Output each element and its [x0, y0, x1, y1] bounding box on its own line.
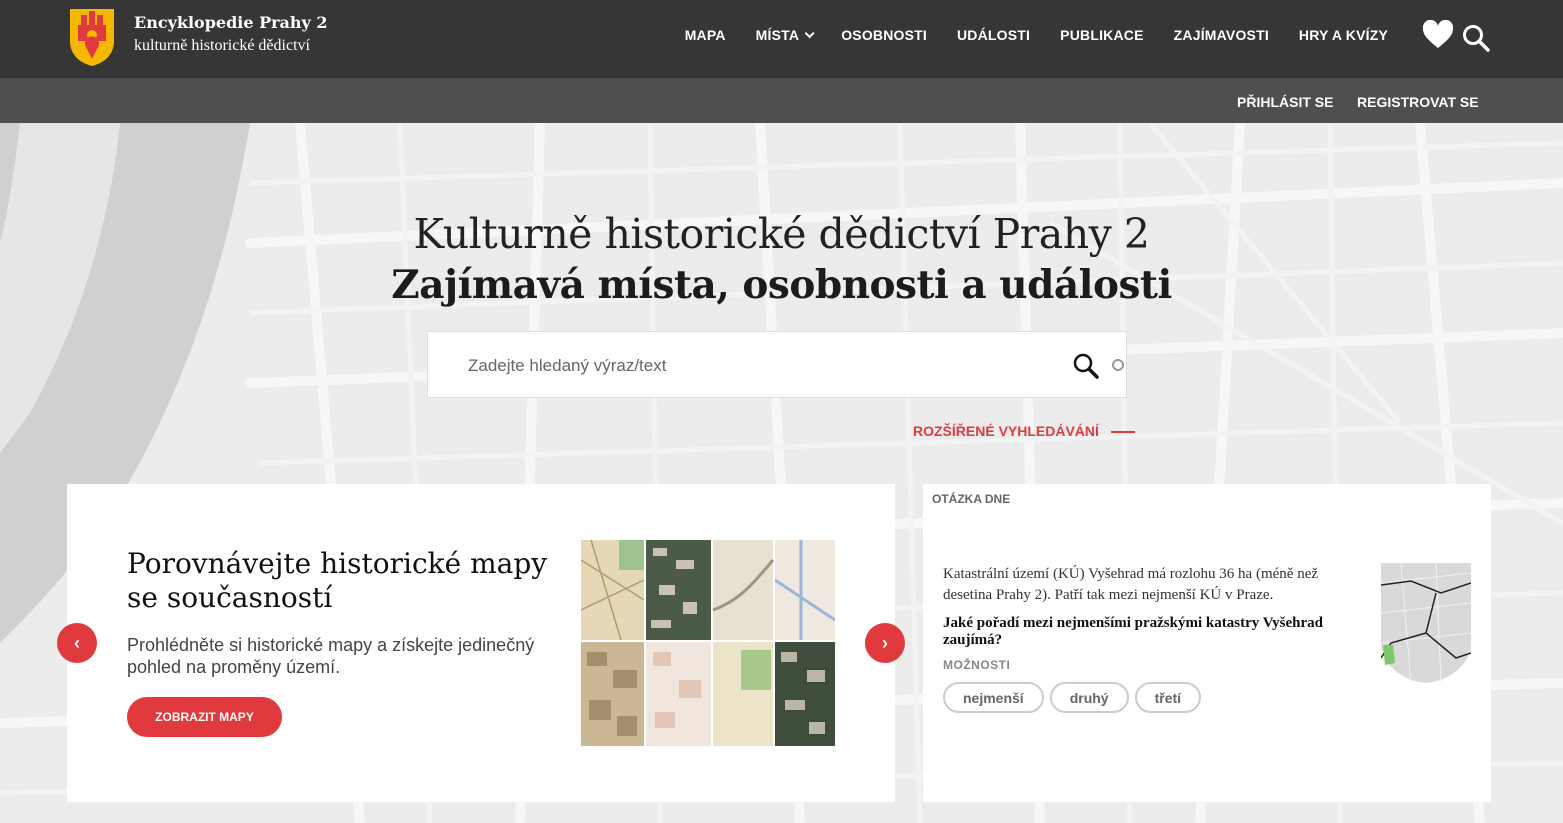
nav-hry-a-kvizy[interactable]: HRY A KVÍZY	[1284, 27, 1403, 43]
search-box	[427, 331, 1127, 398]
nav-osobnosti[interactable]: OSOBNOSTI	[826, 27, 942, 43]
advanced-search-link[interactable]: ROZŠÍŘENÉ VYHLEDÁVÁNÍ	[913, 423, 1135, 439]
spinner-icon	[1112, 359, 1124, 371]
answer-option[interactable]: druhý	[1049, 682, 1129, 713]
login-link[interactable]: PŘIHLÁSIT SE	[1237, 94, 1333, 110]
nav-zajimavosti[interactable]: ZAJÍMAVOSTI	[1159, 27, 1284, 43]
brand-subtitle: kulturně historické dědictví	[134, 37, 310, 54]
chevron-down-icon	[804, 27, 815, 38]
question-label: OTÁZKA DNE	[932, 492, 1011, 506]
question-of-the-day-card: OTÁZKA DNE Katastrální území (KÚ) Vyšehr…	[923, 484, 1491, 802]
nav-publikace[interactable]: PUBLIKACE	[1045, 27, 1158, 43]
slide-card: Porovnávejte historické mapy se současno…	[67, 484, 895, 802]
answer-option[interactable]: třetí	[1134, 682, 1202, 713]
hero-title: Kulturně historické dědictví Prahy 2	[413, 210, 1150, 258]
nav-mista-label: MÍSTA	[755, 27, 800, 43]
brand-title: Encyklopedie Prahy 2	[134, 13, 328, 32]
heart-icon[interactable]	[1422, 20, 1454, 50]
hero-subtitle: Zajímavá místa, osobnosti a události	[391, 262, 1172, 308]
slider-next-button[interactable]: ›	[865, 623, 905, 663]
question-text: Jaké pořadí mezi nejmenšími pražskými ka…	[943, 615, 1323, 648]
answer-options: nejmenší druhý třetí	[943, 682, 1202, 713]
slide-description: Prohlédněte si historické mapy a získejt…	[127, 635, 535, 677]
options-label: MOŽNOSTI	[943, 658, 1011, 672]
logo-icon[interactable]	[68, 5, 116, 67]
chevron-left-icon: ‹	[74, 632, 80, 653]
register-link[interactable]: REGISTROVAT SE	[1357, 94, 1479, 110]
show-maps-button[interactable]: ZOBRAZIT MAPY	[127, 697, 282, 737]
historic-maps-image[interactable]	[581, 540, 835, 746]
slider-prev-button[interactable]: ‹	[57, 623, 97, 663]
question-intro: Katastrální území (KÚ) Vyšehrad má rozlo…	[943, 566, 1319, 603]
nav-udalosti[interactable]: UDÁLOSTI	[942, 27, 1045, 43]
account-bar: PŘIHLÁSIT SE REGISTROVAT SE	[0, 78, 1563, 123]
advanced-search-label: ROZŠÍŘENÉ VYHLEDÁVÁNÍ	[913, 423, 1099, 439]
nav-mista[interactable]: MÍSTA	[741, 27, 827, 43]
district-map-thumbnail	[1381, 563, 1471, 683]
brand[interactable]: Encyklopedie Prahy 2 kulturně historické…	[134, 12, 328, 58]
search-input[interactable]	[468, 354, 1048, 378]
search-submit-icon[interactable]	[1072, 352, 1100, 380]
dash-icon	[1110, 431, 1135, 434]
nav-mapa[interactable]: MAPA	[670, 27, 741, 43]
slide-title: Porovnávejte historické mapy se současno…	[127, 547, 548, 614]
chevron-right-icon: ›	[882, 632, 888, 653]
main-nav: MAPA MÍSTA OSOBNOSTI UDÁLOSTI PUBLIKACE …	[670, 0, 1403, 70]
search-icon[interactable]	[1462, 24, 1490, 52]
answer-option[interactable]: nejmenší	[943, 682, 1044, 713]
top-bar: Encyklopedie Prahy 2 kulturně historické…	[0, 0, 1563, 78]
